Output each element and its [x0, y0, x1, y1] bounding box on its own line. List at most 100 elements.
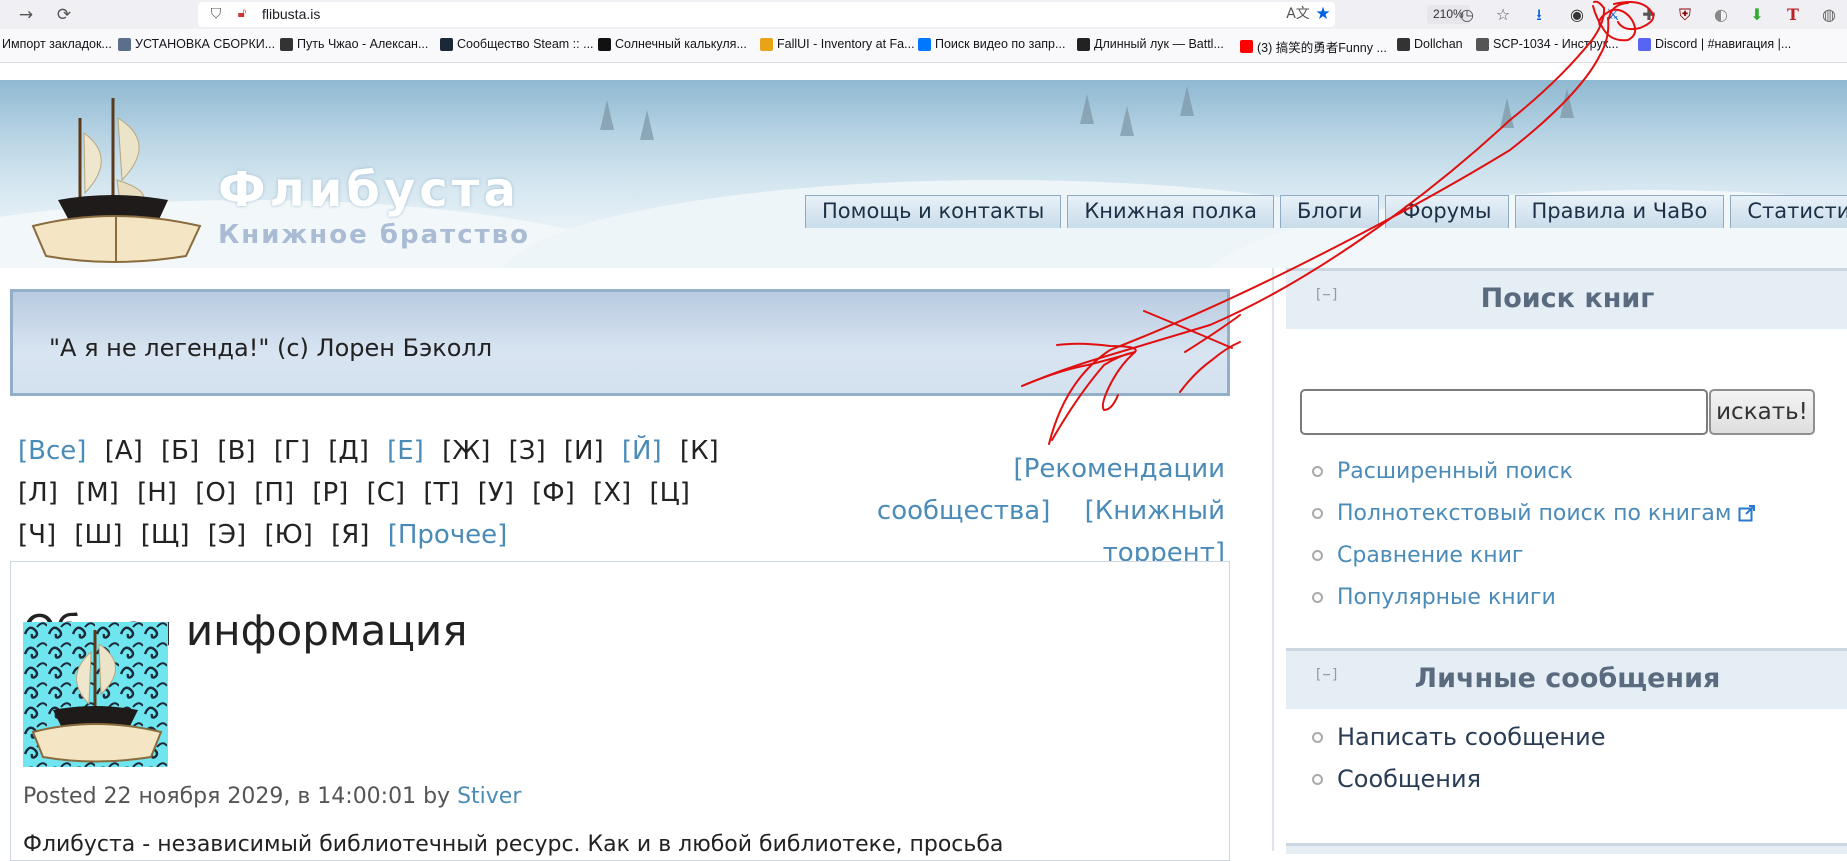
- alphabet-letter-link[interactable]: [Ю]: [264, 520, 312, 550]
- bookmark-item[interactable]: Длинный лук — Battl...: [1077, 37, 1224, 51]
- alphabet-letter-link[interactable]: [Н]: [137, 478, 177, 508]
- ublock-icon[interactable]: ⛨: [1674, 4, 1696, 26]
- alphabet-letter-link[interactable]: [Б]: [161, 436, 199, 466]
- discord-icon: [1638, 37, 1651, 51]
- extensions-puzzle-icon[interactable]: ✚: [1638, 4, 1660, 26]
- messages-link[interactable]: Сообщения: [1337, 765, 1481, 793]
- alphabet-letter-link[interactable]: [Ш]: [74, 520, 122, 550]
- write-message-link[interactable]: Написать сообщение: [1337, 723, 1606, 751]
- extension-bird-icon[interactable]: ◐: [1710, 4, 1732, 26]
- history-icon[interactable]: ◷: [1456, 4, 1478, 26]
- alphabet-letter-link[interactable]: [Р]: [312, 478, 348, 508]
- url-text[interactable]: flibusta.is: [262, 6, 320, 22]
- alphabet-letter-link[interactable]: [Ф]: [532, 478, 575, 508]
- shield-icon[interactable]: ⛉: [204, 2, 228, 26]
- compare-books-link[interactable]: Сравнение книг: [1337, 543, 1523, 568]
- bookmark-item[interactable]: FallUI - Inventory at Fa...: [760, 37, 915, 51]
- alphabet-letter-link[interactable]: [С]: [367, 478, 405, 508]
- address-bar[interactable]: ⛉ 🔓︎ flibusta.is 210% A文 ★: [198, 2, 1470, 27]
- translate-icon[interactable]: A文: [1286, 2, 1310, 26]
- popular-books-link[interactable]: Популярные книги: [1337, 585, 1556, 610]
- alphabet-letter-link[interactable]: [А]: [105, 436, 143, 466]
- account-icon[interactable]: ◉: [1566, 4, 1588, 26]
- alphabet-letter-link[interactable]: [О]: [195, 478, 236, 508]
- external-link-icon[interactable]: [1738, 504, 1756, 522]
- bookmark-star-icon[interactable]: ★: [1311, 2, 1335, 26]
- extra-links: [Рекомендации сообщества] [Книжный торре…: [760, 448, 1225, 574]
- forward-icon[interactable]: →: [14, 3, 38, 27]
- downloads-icon[interactable]: ⭳: [1528, 4, 1550, 26]
- bullet-icon: [1312, 591, 1323, 603]
- pine-tree: [1080, 94, 1094, 124]
- nav-help-contacts[interactable]: Помощь и контакты: [805, 195, 1062, 228]
- alphabet-letter-link[interactable]: [Прочее]: [388, 520, 508, 550]
- alphabet-letter-link[interactable]: [Е]: [387, 436, 424, 466]
- alphabet-letter-link[interactable]: [З]: [509, 436, 546, 466]
- alphabet-letter-link[interactable]: [П]: [254, 478, 294, 508]
- alphabet-letter-link[interactable]: [Ж]: [442, 436, 490, 466]
- bookmark-item[interactable]: УСТАНОВКА СБОРКИ...: [118, 37, 275, 51]
- alphabet-letter-link[interactable]: [Г]: [274, 436, 310, 466]
- alphabet-letter-link[interactable]: [В]: [217, 436, 255, 466]
- nav-bookshelf[interactable]: Книжная полка: [1067, 195, 1275, 228]
- nav-forums[interactable]: Форумы: [1385, 195, 1509, 228]
- bookmark-item[interactable]: (3) 搞笑的勇者Funny ...: [1240, 37, 1387, 56]
- bookmark-item[interactable]: Поиск видео по запр...: [918, 37, 1065, 51]
- search-block-header: [−] Поиск книг: [1286, 268, 1847, 329]
- alphabet-letter-link[interactable]: [Я]: [331, 520, 369, 550]
- extension-globe-icon[interactable]: ◍: [1818, 4, 1840, 26]
- node-image: [23, 622, 168, 767]
- alphabet-letter-link[interactable]: [И]: [564, 436, 604, 466]
- book-torrent-link[interactable]: [Книжный торрент]: [1085, 496, 1225, 568]
- alphabet-letter-link[interactable]: [Щ]: [141, 520, 190, 550]
- bookmark-label: Сообщество Steam :: ...: [457, 37, 594, 51]
- alphabet-letter-link[interactable]: [Ч]: [18, 520, 56, 550]
- alphabet-letter-link[interactable]: [Л]: [18, 478, 58, 508]
- alphabet-letter-link[interactable]: [К]: [680, 436, 719, 466]
- ship-thumbnail: [23, 622, 168, 767]
- alphabet-letter-link[interactable]: [Й]: [622, 436, 662, 466]
- alphabet-letter-link[interactable]: [У]: [478, 478, 514, 508]
- recommendations-link-cont[interactable]: сообщества]: [877, 496, 1050, 526]
- ship-logo[interactable]: [18, 88, 218, 268]
- translator-t-icon[interactable]: T: [1782, 4, 1804, 26]
- nexus-icon: [760, 37, 773, 51]
- bookmarks-manager-icon[interactable]: ☆: [1492, 4, 1514, 26]
- author-link[interactable]: Stiver: [457, 784, 521, 809]
- bookmark-item[interactable]: Импорт закладок...: [2, 37, 112, 51]
- alphabet-letter-link[interactable]: [Х]: [593, 478, 631, 508]
- insecure-lock-icon[interactable]: 🔓︎: [230, 2, 254, 26]
- alphabet-letter-link[interactable]: [Т]: [423, 478, 459, 508]
- node-body: Флибуста - независимый библиотечный ресу…: [23, 832, 1004, 857]
- advanced-search-link[interactable]: Расширенный поиск: [1337, 459, 1573, 484]
- search-input[interactable]: [1300, 389, 1708, 435]
- alphabet-letter-link[interactable]: [Д]: [328, 436, 369, 466]
- bookmarks-bar: Импорт закладок... УСТАНОВКА СБОРКИ... Пут…: [0, 29, 1847, 63]
- bookmark-item[interactable]: Dollchan: [1397, 37, 1463, 51]
- alphabet-letter-link[interactable]: [Э]: [208, 520, 246, 550]
- bookmark-item[interactable]: SCP-1034 - Инструк...: [1476, 37, 1619, 51]
- download-helper-icon[interactable]: ⬇: [1746, 4, 1768, 26]
- site-header: Флибуста Книжное братство Помощь и конта…: [0, 80, 1847, 268]
- recommendations-link[interactable]: [Рекомендации: [1014, 454, 1225, 484]
- nav-rules-faq[interactable]: Правила и ЧаВо: [1514, 195, 1725, 228]
- reload-icon[interactable]: ⟳: [52, 3, 76, 27]
- nav-statistics[interactable]: Статистика: [1730, 195, 1847, 228]
- bookmark-item[interactable]: Discord | #навигация |...: [1638, 37, 1791, 51]
- fulltext-search-link[interactable]: Полнотекстовый поиск по книгам: [1337, 501, 1732, 526]
- m-icon: [598, 37, 611, 51]
- pine-tree: [600, 100, 614, 130]
- bookmark-item[interactable]: Сообщество Steam :: ...: [440, 37, 594, 51]
- bookmark-item[interactable]: Путь Чжао - Алексан...: [280, 37, 428, 51]
- bookmark-item[interactable]: Солнечный калькуля...: [598, 37, 747, 51]
- alphabet-letter-link[interactable]: [Ц]: [649, 478, 689, 508]
- bullet-icon: [1312, 731, 1323, 743]
- scp-icon: [1476, 37, 1489, 51]
- alphabet-letter-link[interactable]: [Все]: [18, 436, 86, 466]
- pine-tree: [1500, 98, 1514, 128]
- extension-fighter-icon[interactable]: ⚔: [1602, 4, 1624, 26]
- alphabet-letter-link[interactable]: [М]: [76, 478, 119, 508]
- nav-blogs[interactable]: Блоги: [1280, 195, 1380, 228]
- site-title[interactable]: Флибуста: [218, 162, 520, 218]
- search-button[interactable]: искать!: [1709, 389, 1815, 435]
